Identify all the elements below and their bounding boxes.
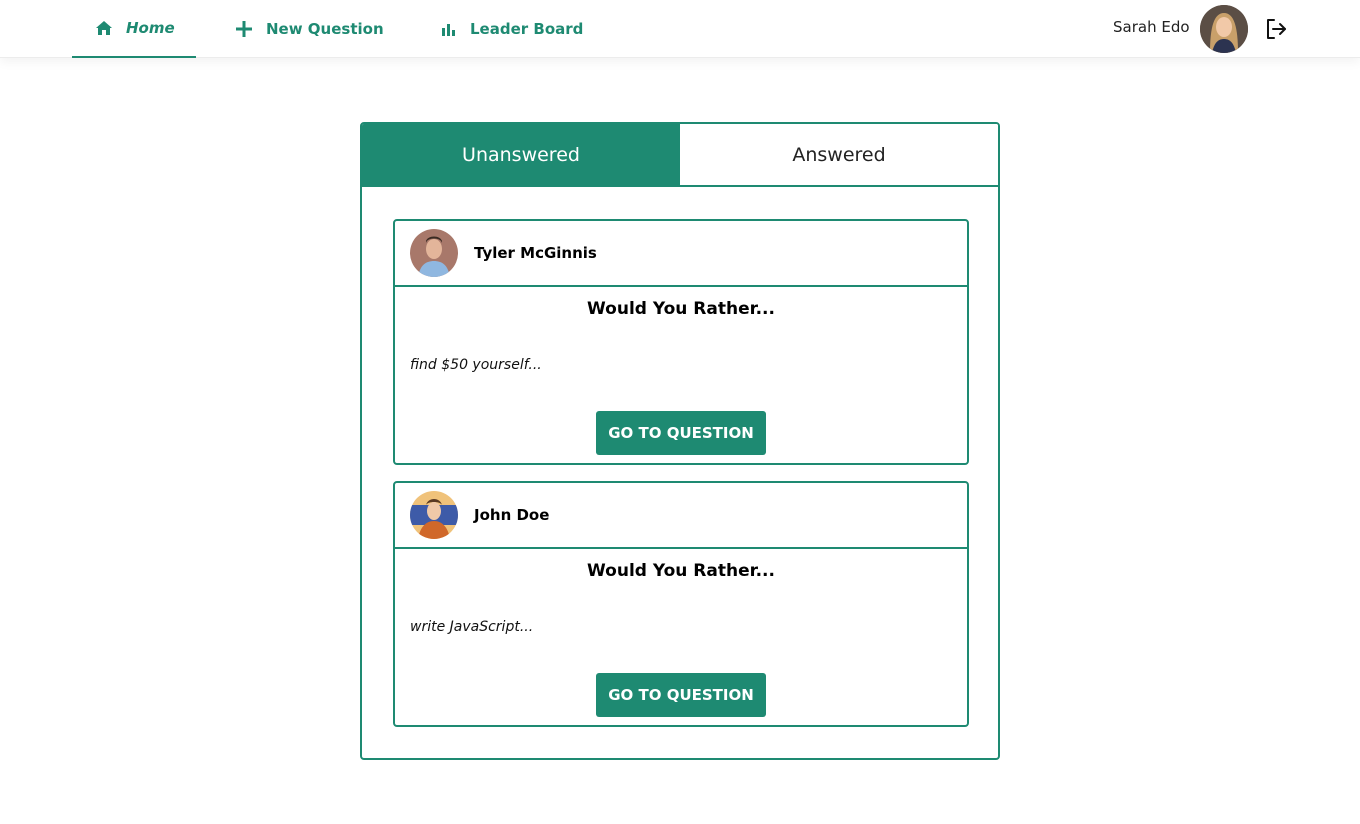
- nav-home-label: Home: [126, 19, 175, 37]
- nav-leader-board-label: Leader Board: [470, 20, 584, 38]
- author-name: John Doe: [474, 506, 550, 524]
- nav-new-question[interactable]: New Question: [236, 0, 384, 58]
- go-to-question-button[interactable]: GO TO QUESTION: [596, 673, 766, 717]
- author-name: Tyler McGinnis: [474, 244, 597, 262]
- author-avatar: [410, 491, 458, 539]
- current-user-name: Sarah Edo: [1113, 18, 1190, 36]
- question-card-header: John Doe: [395, 483, 967, 549]
- question-option-preview: find $50 yourself...: [410, 357, 542, 373]
- question-tabs: Unanswered Answered: [362, 124, 998, 187]
- home-icon: [96, 21, 112, 35]
- question-card-header: Tyler McGinnis: [395, 221, 967, 287]
- logout-icon[interactable]: [1264, 17, 1288, 41]
- question-heading: Would You Rather...: [587, 299, 775, 319]
- tab-answered[interactable]: Answered: [680, 124, 998, 185]
- question-option-preview: write JavaScript...: [410, 619, 534, 635]
- question-card: John Doe Would You Rather... write JavaS…: [393, 481, 969, 727]
- author-avatar: [410, 229, 458, 277]
- tab-unanswered[interactable]: Unanswered: [362, 124, 680, 185]
- nav-home[interactable]: Home: [72, 0, 196, 58]
- bar-chart-icon: [440, 22, 456, 36]
- question-heading: Would You Rather...: [587, 561, 775, 581]
- plus-icon: [236, 21, 252, 37]
- questions-panel: Unanswered Answered Tyler McGinnis Would…: [360, 122, 1000, 760]
- current-user-avatar: [1200, 5, 1248, 53]
- question-card: Tyler McGinnis Would You Rather... find …: [393, 219, 969, 465]
- nav-leader-board[interactable]: Leader Board: [440, 0, 583, 58]
- top-navbar: Home New Question Leader Board Sarah Edo: [0, 0, 1360, 58]
- nav-new-question-label: New Question: [266, 20, 384, 38]
- go-to-question-button[interactable]: GO TO QUESTION: [596, 411, 766, 455]
